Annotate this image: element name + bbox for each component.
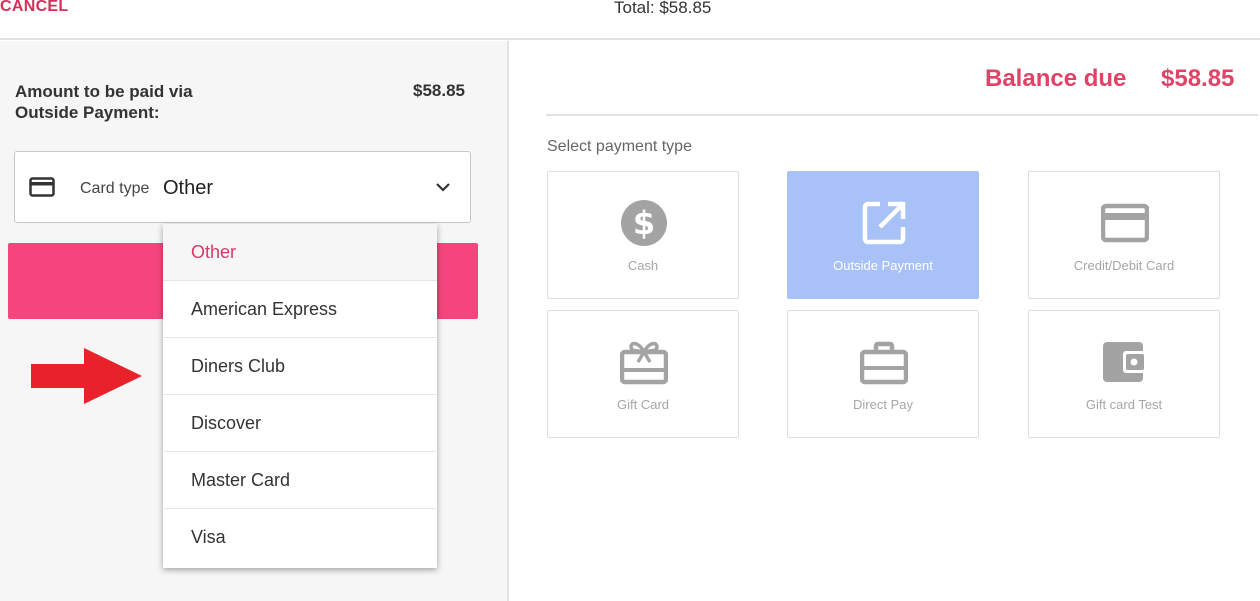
payment-tile-gift-card[interactable]: Gift Card bbox=[547, 310, 739, 438]
payment-tile-label: Gift card Test bbox=[1085, 397, 1163, 412]
dropdown-option-american-express[interactable]: American Express bbox=[163, 281, 437, 338]
top-bar: CANCEL Total: $58.85 bbox=[0, 0, 1260, 40]
payment-tile-label: Credit/Debit Card bbox=[1073, 258, 1175, 273]
card-type-select[interactable]: Card type Other bbox=[14, 151, 471, 223]
payment-tile-direct-pay[interactable]: Direct Pay bbox=[787, 310, 979, 438]
payment-tile-label: Gift Card bbox=[616, 397, 669, 412]
payment-tile-label: Direct Pay bbox=[853, 397, 913, 412]
payment-tile-label: Outside Payment bbox=[833, 258, 933, 273]
dropdown-option-master-card[interactable]: Master Card bbox=[163, 452, 437, 509]
payment-tile-credit-debit-card[interactable]: Credit/Debit Card bbox=[1028, 171, 1220, 299]
payment-tile-cash[interactable]: $ Cash bbox=[547, 171, 739, 299]
dropdown-option-discover[interactable]: Discover bbox=[163, 395, 437, 452]
dropdown-option-visa[interactable]: Visa bbox=[163, 509, 437, 566]
dropdown-option-diners-club[interactable]: Diners Club bbox=[163, 338, 437, 395]
select-payment-type-label: Select payment type bbox=[547, 138, 692, 155]
dollar-circle-icon: $ bbox=[621, 200, 667, 246]
card-type-label: Card type bbox=[80, 180, 150, 197]
cancel-button[interactable]: CANCEL bbox=[0, 0, 68, 16]
chevron-down-icon[interactable] bbox=[435, 180, 451, 198]
wallet-icon bbox=[1103, 342, 1147, 382]
arrow-annotation-icon bbox=[30, 347, 144, 410]
total-amount: Total: $58.85 bbox=[614, 0, 712, 17]
payment-tile-gift-card-test[interactable]: Gift card Test bbox=[1028, 310, 1220, 438]
card-type-dropdown: Other American Express Diners Club Disco… bbox=[163, 224, 437, 568]
card-type-value: Other bbox=[163, 177, 214, 199]
svg-text:$: $ bbox=[633, 204, 655, 242]
balance-due-label: Balance due bbox=[985, 65, 1127, 92]
credit-card-icon bbox=[1101, 203, 1149, 243]
payment-tile-outside-payment[interactable]: Outside Payment bbox=[787, 171, 979, 299]
amount-label: Amount to be paid via Outside Payment: bbox=[15, 82, 193, 122]
gift-card-icon bbox=[620, 341, 668, 385]
payment-tile-label: Cash bbox=[627, 258, 659, 273]
credit-card-icon bbox=[29, 177, 55, 202]
external-link-icon bbox=[862, 201, 906, 245]
amount-value: $58.85 bbox=[413, 81, 465, 100]
divider bbox=[546, 114, 1258, 116]
dropdown-option-other[interactable]: Other bbox=[163, 224, 437, 281]
briefcase-icon bbox=[860, 341, 908, 385]
balance-due-value: $58.85 bbox=[1161, 65, 1235, 92]
